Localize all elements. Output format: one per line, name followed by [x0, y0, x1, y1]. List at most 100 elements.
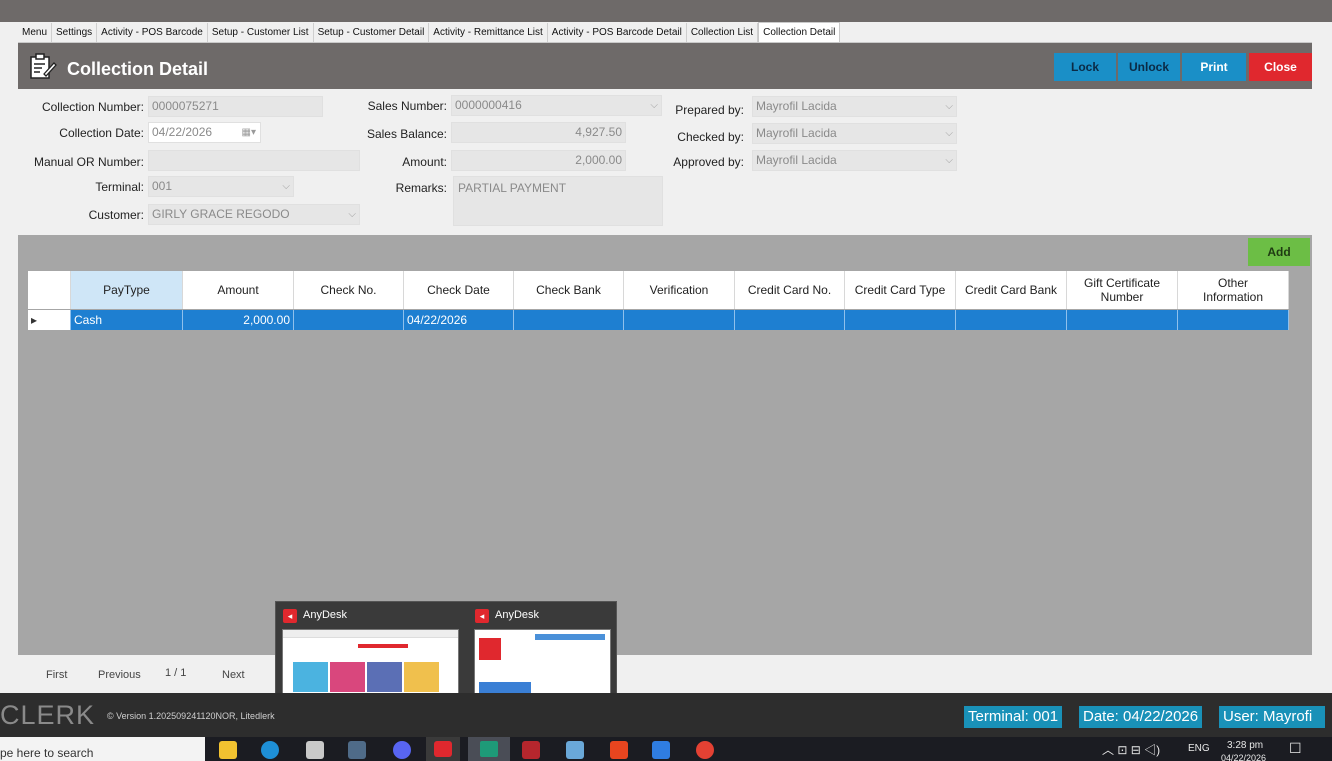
cell-credit-card-no[interactable]: [735, 310, 845, 330]
tab-collection-detail[interactable]: Collection Detail: [758, 22, 841, 42]
terminal-badge: Terminal: 001: [964, 706, 1063, 728]
tab-settings[interactable]: Settings: [52, 23, 98, 42]
customer-value: GIRLY GRACE REGODO: [152, 207, 290, 221]
app-icon[interactable]: [652, 741, 670, 759]
chevron-down-icon[interactable]: ⌵: [348, 205, 356, 224]
approved-by-select[interactable]: Mayrofil Lacida ⌵: [752, 150, 957, 171]
prepared-by-select[interactable]: Mayrofil Lacida ⌵: [752, 96, 957, 117]
checked-by-select[interactable]: Mayrofil Lacida ⌵: [752, 123, 957, 144]
previous-page-button[interactable]: Previous: [98, 669, 141, 681]
calculator-icon[interactable]: [348, 741, 366, 759]
notification-icon[interactable]: ☐: [1289, 740, 1302, 757]
next-page-button[interactable]: Next: [222, 669, 245, 681]
tray-icons[interactable]: ︿ ⊡ ⊟ ◁): [1102, 741, 1160, 758]
cell-credit-card-type[interactable]: [845, 310, 956, 330]
pager: First Previous 1 / 1 Next: [18, 655, 1312, 693]
sales-number-label: Sales Number:: [367, 99, 447, 113]
clerk-taskbar-button[interactable]: [468, 737, 510, 761]
chevron-down-icon[interactable]: ⌵: [945, 151, 953, 170]
tab-collection-list[interactable]: Collection List: [687, 23, 759, 42]
access-icon[interactable]: [522, 741, 540, 759]
approved-by-value: Mayrofil Lacida: [756, 153, 837, 167]
file-explorer-icon[interactable]: [219, 741, 237, 759]
terminal-select[interactable]: 001 ⌵: [148, 176, 294, 197]
collection-date-picker[interactable]: 04/22/2026 ▦▾: [148, 122, 261, 143]
first-page-button[interactable]: First: [46, 669, 67, 681]
column-header-check-bank[interactable]: Check Bank: [514, 271, 624, 309]
tab-menu[interactable]: Menu: [18, 23, 53, 42]
cell-gift-certificate-number[interactable]: [1067, 310, 1178, 330]
collection-number-field[interactable]: 0000075271: [148, 96, 323, 117]
checked-by-label: Checked by:: [677, 130, 744, 144]
cell-credit-card-bank[interactable]: [956, 310, 1067, 330]
close-button[interactable]: Close: [1249, 53, 1312, 81]
edge-icon[interactable]: [261, 741, 279, 759]
column-header-credit-card-type[interactable]: Credit Card Type: [845, 271, 956, 309]
chevron-down-icon[interactable]: ⌵: [945, 97, 953, 116]
column-header-check-date[interactable]: Check Date: [404, 271, 514, 309]
print-button[interactable]: Print: [1182, 53, 1246, 81]
collection-form: Collection Number: 0000075271 Collection…: [18, 89, 1312, 235]
calendar-icon[interactable]: ▦▾: [242, 123, 256, 142]
language-indicator[interactable]: ENG: [1188, 743, 1210, 754]
discord-icon[interactable]: [393, 741, 411, 759]
manual-or-number-field[interactable]: [148, 150, 360, 171]
sales-balance-field[interactable]: 4,927.50: [451, 122, 626, 143]
chrome-icon[interactable]: [696, 741, 714, 759]
terminal-label: Terminal:: [95, 180, 144, 194]
tab-activity-pos-barcode[interactable]: Activity - POS Barcode: [97, 23, 208, 42]
prepared-by-label: Prepared by:: [675, 103, 744, 117]
app-icon[interactable]: [610, 741, 628, 759]
column-header-gift-certificate-number[interactable]: Gift Certificate Number: [1067, 271, 1178, 309]
cell-amount[interactable]: 2,000.00: [183, 310, 294, 330]
window-top-strip: [0, 0, 1332, 22]
column-header-credit-card-bank[interactable]: Credit Card Bank: [956, 271, 1067, 309]
column-header-check-no[interactable]: Check No.: [294, 271, 404, 309]
cell-check-bank[interactable]: [514, 310, 624, 330]
customer-select[interactable]: GIRLY GRACE REGODO ⌵: [148, 204, 360, 225]
clock-time[interactable]: 3:28 pm: [1227, 740, 1263, 751]
cell-check-no[interactable]: [294, 310, 404, 330]
payments-panel: Add PayType Amount Check No. Check Date …: [18, 235, 1312, 693]
chevron-down-icon[interactable]: ⌵: [650, 96, 658, 115]
version-text: © Version 1.202509241120NOR, Litedlerk: [107, 711, 275, 721]
cell-check-date[interactable]: 04/22/2026: [404, 310, 514, 330]
payments-grid: PayType Amount Check No. Check Date Chec…: [28, 271, 1312, 651]
clock-date[interactable]: 04/22/2026: [1221, 753, 1266, 761]
anydesk-icon: ◂: [283, 609, 297, 623]
anydesk-window-title-1: AnyDesk: [303, 609, 348, 621]
add-button[interactable]: Add: [1248, 238, 1310, 266]
table-row[interactable]: ▸ Cash 2,000.00 04/22/2026: [28, 310, 1289, 330]
sales-number-select[interactable]: 0000000416 ⌵: [451, 95, 662, 116]
collection-number-label: Collection Number:: [41, 100, 144, 114]
collection-date-label: Collection Date:: [59, 126, 144, 140]
customer-label: Customer:: [88, 208, 144, 222]
cell-other-information[interactable]: [1178, 310, 1289, 330]
app-icon[interactable]: [566, 741, 584, 759]
lock-button[interactable]: Lock: [1054, 53, 1116, 81]
amount-field[interactable]: 2,000.00: [451, 150, 626, 171]
right-margin: [1312, 22, 1332, 693]
column-header-other-information[interactable]: Other Information: [1178, 271, 1289, 309]
tab-setup-customer-list[interactable]: Setup - Customer List: [208, 23, 314, 42]
column-header-amount[interactable]: Amount: [183, 271, 294, 309]
column-header-paytype[interactable]: PayType: [71, 271, 183, 309]
column-header-verification[interactable]: Verification: [624, 271, 735, 309]
tab-activity-remittance-list[interactable]: Activity - Remittance List: [429, 23, 548, 42]
prepared-by-value: Mayrofil Lacida: [756, 99, 837, 113]
taskbar-search-input[interactable]: pe here to search: [0, 737, 205, 761]
remarks-field[interactable]: PARTIAL PAYMENT: [453, 176, 663, 226]
document-edit-icon: [30, 53, 57, 79]
paint-icon[interactable]: [306, 741, 324, 759]
cell-verification[interactable]: [624, 310, 735, 330]
windows-taskbar: pe here to search ︿ ⊡ ⊟ ◁) ENG 3:28 pm 0…: [0, 737, 1332, 761]
cell-paytype[interactable]: Cash: [71, 310, 183, 330]
column-header-credit-card-no[interactable]: Credit Card No.: [735, 271, 845, 309]
chevron-down-icon[interactable]: ⌵: [945, 124, 953, 143]
tab-setup-customer-detail[interactable]: Setup - Customer Detail: [314, 23, 430, 42]
sales-number-value: 0000000416: [455, 98, 522, 112]
chevron-down-icon[interactable]: ⌵: [282, 177, 290, 196]
tab-activity-pos-barcode-detail[interactable]: Activity - POS Barcode Detail: [548, 23, 687, 42]
unlock-button[interactable]: Unlock: [1118, 53, 1180, 81]
anydesk-taskbar-button[interactable]: [426, 737, 460, 761]
